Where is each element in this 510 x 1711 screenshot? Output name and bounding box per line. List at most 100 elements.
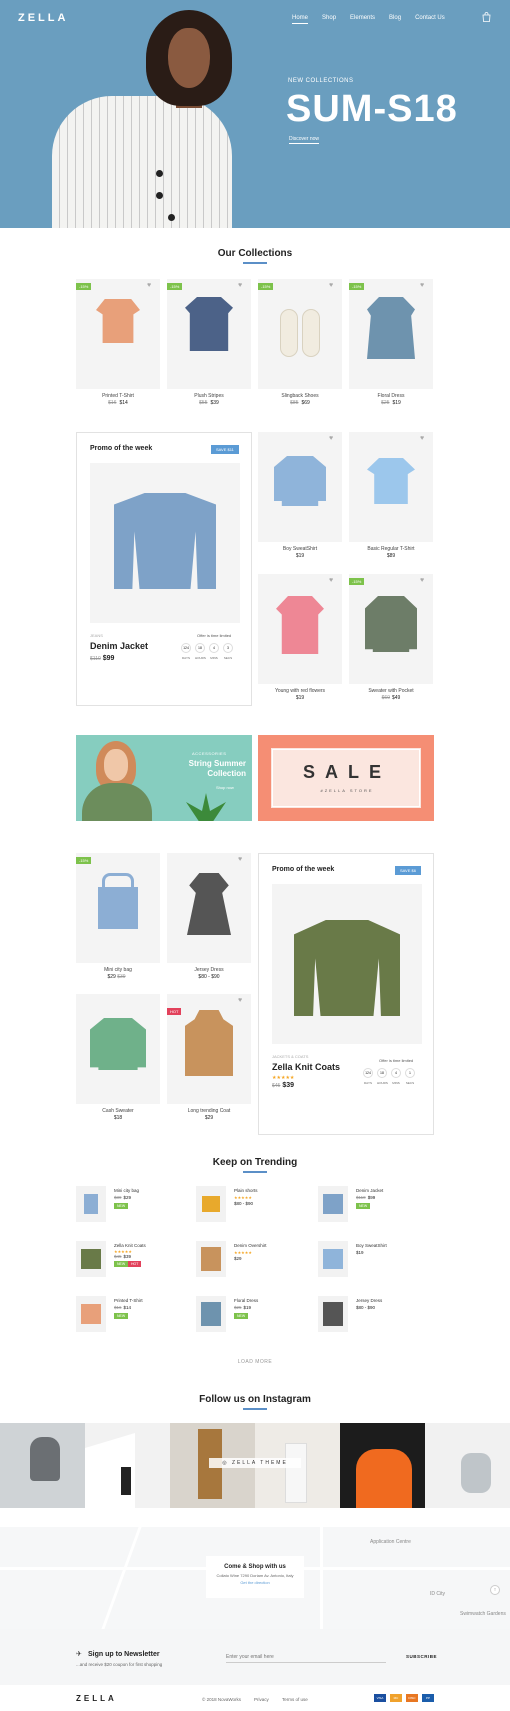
- promo-card[interactable]: Promo of the week SAVE $11 JEANS Offer i…: [76, 432, 252, 706]
- discover-link[interactable]: Discover now: [289, 136, 320, 144]
- map-direction-link[interactable]: Get the direction: [206, 1580, 304, 1585]
- product-image[interactable]: [258, 432, 342, 542]
- nav-home[interactable]: Home: [292, 15, 309, 24]
- product-card[interactable]: -15% ♥ Plush Stripes $55 $39: [167, 279, 251, 409]
- product-image[interactable]: [258, 279, 342, 389]
- product-name[interactable]: Young with red flowers: [258, 688, 342, 694]
- product-image[interactable]: [76, 994, 160, 1104]
- product-image[interactable]: [349, 432, 433, 542]
- trend-name[interactable]: Floral Dress: [234, 1298, 258, 1303]
- product-name[interactable]: Jersey Dress: [167, 967, 251, 973]
- promo-product-name[interactable]: Zella Knit Coats: [272, 1062, 340, 1072]
- product-name[interactable]: Printed T-Shirt: [76, 393, 160, 399]
- product-card[interactable]: ♥ Jersey Dress $80 - $90: [167, 853, 251, 985]
- trend-name[interactable]: Denim Overshirt: [234, 1243, 267, 1248]
- product-name[interactable]: Boy SweatShirt: [258, 546, 342, 552]
- heart-icon[interactable]: ♥: [420, 577, 424, 584]
- load-more-button[interactable]: LOAD MORE: [0, 1359, 510, 1365]
- footer-link-terms[interactable]: Terms of use: [282, 1697, 308, 1702]
- heart-icon[interactable]: ♥: [420, 435, 424, 442]
- trend-item[interactable]: Boy SweatShirt $19: [318, 1241, 428, 1281]
- product-card[interactable]: -15% ♥ Printed T-Shirt $16 $14: [76, 279, 160, 409]
- promo-image[interactable]: [272, 884, 422, 1044]
- subscribe-button[interactable]: SUBSCRIBE: [406, 1654, 437, 1659]
- product-name[interactable]: Plush Stripes: [167, 393, 251, 399]
- footer-link-privacy[interactable]: Privacy: [254, 1697, 269, 1702]
- trend-item[interactable]: Denim Jacket $110 $99 NEW: [318, 1186, 428, 1226]
- trend-item[interactable]: Jersey Dress $80 - $90: [318, 1296, 428, 1336]
- nav-contact[interactable]: Contact Us: [415, 15, 445, 24]
- trend-thumbnail[interactable]: [76, 1241, 106, 1277]
- trend-item[interactable]: Floral Dress $25 $19 NEW: [196, 1296, 306, 1336]
- product-image[interactable]: [349, 574, 433, 684]
- product-card[interactable]: Cash Sweater $18: [76, 994, 160, 1126]
- promo-image[interactable]: [90, 463, 240, 623]
- product-name[interactable]: Sweater with Pocket: [349, 688, 433, 694]
- product-card[interactable]: ♥ Boy SweatShirt $19: [258, 432, 342, 564]
- instagram-photo[interactable]: [85, 1423, 170, 1508]
- product-name[interactable]: Long trending Coat: [167, 1108, 251, 1114]
- scroll-top-icon[interactable]: ↑: [490, 1585, 500, 1595]
- trend-thumbnail[interactable]: [318, 1186, 348, 1222]
- trend-name[interactable]: Plain shorts: [234, 1188, 258, 1193]
- product-card[interactable]: ♥ Young with red flowers $19: [258, 574, 342, 706]
- product-image[interactable]: [76, 279, 160, 389]
- product-card[interactable]: ♥ Basic Regular T-Shirt $89: [349, 432, 433, 564]
- heart-icon[interactable]: ♥: [329, 282, 333, 289]
- product-card[interactable]: -15% ♥ Floral Dress $25 $19: [349, 279, 433, 409]
- site-logo[interactable]: ZELLA: [18, 12, 68, 24]
- trend-thumbnail[interactable]: [318, 1241, 348, 1277]
- nav-shop[interactable]: Shop: [322, 15, 336, 24]
- instagram-photo[interactable]: [425, 1423, 510, 1508]
- product-name[interactable]: Mini city bag: [76, 967, 160, 973]
- trend-name[interactable]: Printed T-Shirt: [114, 1298, 143, 1303]
- product-card[interactable]: -15% ♥ Sweater with Pocket $69 $49: [349, 574, 433, 706]
- product-name[interactable]: Cash Sweater: [76, 1108, 160, 1114]
- product-image[interactable]: [167, 279, 251, 389]
- footer-logo[interactable]: ZELLA: [76, 1694, 117, 1703]
- trend-thumbnail[interactable]: [318, 1296, 348, 1332]
- heart-icon[interactable]: ♥: [329, 577, 333, 584]
- instagram-photo[interactable]: [340, 1423, 425, 1508]
- sale-box[interactable]: SALE #ZELLA STORE: [271, 748, 421, 808]
- trend-thumbnail[interactable]: [196, 1296, 226, 1332]
- nav-blog[interactable]: Blog: [389, 15, 401, 24]
- trend-name[interactable]: Mini city bag: [114, 1188, 139, 1193]
- trend-thumbnail[interactable]: [76, 1296, 106, 1332]
- banner-link[interactable]: Shop now: [216, 785, 234, 790]
- heart-icon[interactable]: ♥: [329, 435, 333, 442]
- product-name[interactable]: Slingback Shoes: [258, 393, 342, 399]
- trend-item[interactable]: Zella Knit Coats ★★★★★ $45 $39 NEW HOT: [76, 1241, 186, 1281]
- trend-thumbnail[interactable]: [196, 1241, 226, 1277]
- heart-icon[interactable]: ♥: [147, 282, 151, 289]
- trend-item[interactable]: Plain shorts ★★★★★ $80 - $90: [196, 1186, 306, 1226]
- nav-elements[interactable]: Elements: [350, 15, 375, 24]
- heart-icon[interactable]: ♥: [238, 997, 242, 1004]
- product-card[interactable]: HOT ♥ Long trending Coat $29: [167, 994, 251, 1126]
- promo-product-name[interactable]: Denim Jacket: [90, 641, 148, 651]
- product-card[interactable]: -15% Mini city bag $29 $39: [76, 853, 160, 985]
- trend-item[interactable]: Denim Overshirt ★★★★★ $29: [196, 1241, 306, 1281]
- product-name[interactable]: Floral Dress: [349, 393, 433, 399]
- product-name[interactable]: Basic Regular T-Shirt: [349, 546, 433, 552]
- trend-name[interactable]: Zella Knit Coats: [114, 1243, 146, 1248]
- instagram-photo[interactable]: [0, 1423, 85, 1508]
- summer-collection-banner[interactable]: ACCESSORIES String Summer Collection Sho…: [76, 735, 252, 821]
- trend-item[interactable]: Printed T-Shirt $16 $14 NEW: [76, 1296, 186, 1336]
- product-image[interactable]: [76, 853, 160, 963]
- email-input[interactable]: [226, 1651, 386, 1663]
- trend-name[interactable]: Boy SweatShirt: [356, 1243, 387, 1248]
- product-card[interactable]: -15% ♥ Slingback Shoes $85 $69: [258, 279, 342, 409]
- bag-icon[interactable]: [482, 12, 491, 24]
- trend-name[interactable]: Denim Jacket: [356, 1188, 383, 1193]
- trend-thumbnail[interactable]: [196, 1186, 226, 1222]
- heart-icon[interactable]: ♥: [420, 282, 424, 289]
- trend-name[interactable]: Jersey Dress: [356, 1298, 382, 1303]
- heart-icon[interactable]: ♥: [238, 856, 242, 863]
- product-image[interactable]: [349, 279, 433, 389]
- heart-icon[interactable]: ♥: [238, 282, 242, 289]
- promo-card[interactable]: Promo of the week SAVE $6 JACKETS & COAT…: [258, 853, 434, 1135]
- trend-item[interactable]: Mini city bag $39 $29 NEW: [76, 1186, 186, 1226]
- product-image[interactable]: [258, 574, 342, 684]
- product-image[interactable]: [167, 853, 251, 963]
